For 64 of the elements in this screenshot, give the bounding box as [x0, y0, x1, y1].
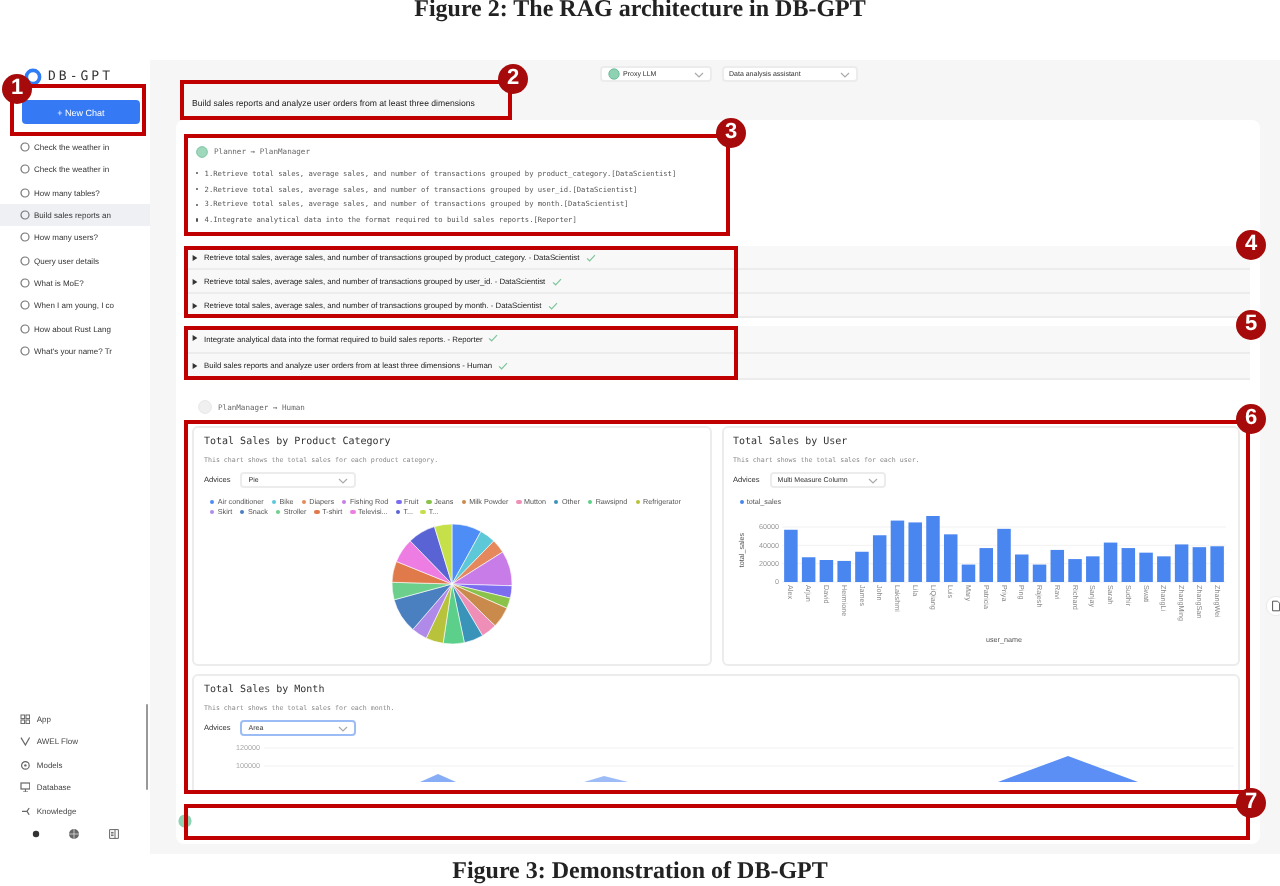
- collapse-icon[interactable]: [108, 828, 121, 840]
- annotation-number: 3: [716, 118, 746, 148]
- bar: [854, 551, 868, 582]
- bar: [1120, 548, 1135, 582]
- bar: [1191, 547, 1206, 582]
- bar: [943, 534, 957, 582]
- annotation-number: 6: [1236, 404, 1266, 434]
- bar: [836, 560, 850, 582]
- bar: [1049, 549, 1064, 582]
- bar: [871, 535, 886, 582]
- bar: [925, 516, 939, 582]
- bar: [1138, 552, 1152, 582]
- bar: [1209, 546, 1223, 582]
- bar: [889, 520, 904, 582]
- area-shape: [420, 774, 456, 782]
- chevron-icon: [693, 71, 703, 77]
- caret-icon: [192, 301, 198, 309]
- flow-icon: [20, 736, 31, 747]
- area-shape: [584, 776, 628, 782]
- chevron-icon: [867, 477, 878, 483]
- model-icon: [607, 68, 619, 80]
- share-icon: [20, 805, 31, 816]
- bar: [1014, 554, 1028, 582]
- grid-icon: [20, 713, 31, 724]
- document-icon[interactable]: [1266, 596, 1280, 616]
- scrollbar[interactable]: [145, 704, 148, 790]
- chevron-icon: [338, 477, 349, 483]
- bar: [800, 557, 815, 582]
- bar: [1173, 544, 1188, 582]
- bar: [907, 522, 921, 582]
- chat-icon: [20, 300, 30, 311]
- caret-icon: [192, 277, 198, 285]
- bar: [1067, 559, 1081, 582]
- caret-icon: [192, 334, 198, 343]
- bar: [1102, 542, 1117, 582]
- avatar-icon: [196, 145, 208, 157]
- bar: [996, 528, 1010, 582]
- chevron-icon: [338, 725, 349, 731]
- caret-icon: [192, 253, 198, 261]
- bar: [978, 548, 992, 582]
- logo-icon: [24, 67, 42, 85]
- annotation-number: 2: [498, 64, 528, 94]
- bar: [818, 560, 833, 582]
- bar: [1031, 564, 1046, 582]
- bar: [1085, 556, 1099, 582]
- monitor-icon: [20, 782, 31, 793]
- globe-icon[interactable]: [68, 828, 81, 840]
- gear-icon: [20, 759, 31, 770]
- bar: [783, 529, 797, 582]
- annotation-number: 5: [1236, 310, 1266, 340]
- area-shape: [998, 756, 1138, 782]
- avatar-icon: [178, 814, 192, 828]
- figure-caption: Figure 3: Demonstration of DB-GPT: [450, 858, 830, 882]
- annotation-number: 1: [2, 74, 32, 104]
- bar: [1156, 556, 1170, 582]
- bar: [960, 564, 975, 582]
- pie-chart-drawing: [391, 523, 512, 645]
- chat-icon: [20, 187, 30, 198]
- caret-icon: [192, 361, 198, 370]
- chevron-icon: [839, 71, 849, 77]
- annotation-number: 4: [1236, 230, 1266, 260]
- figure-caption: Figure 2: The RAG architecture in DB-GPT: [412, 0, 868, 22]
- dot-icon[interactable]: [29, 828, 42, 840]
- annotation-number: 7: [1236, 788, 1266, 818]
